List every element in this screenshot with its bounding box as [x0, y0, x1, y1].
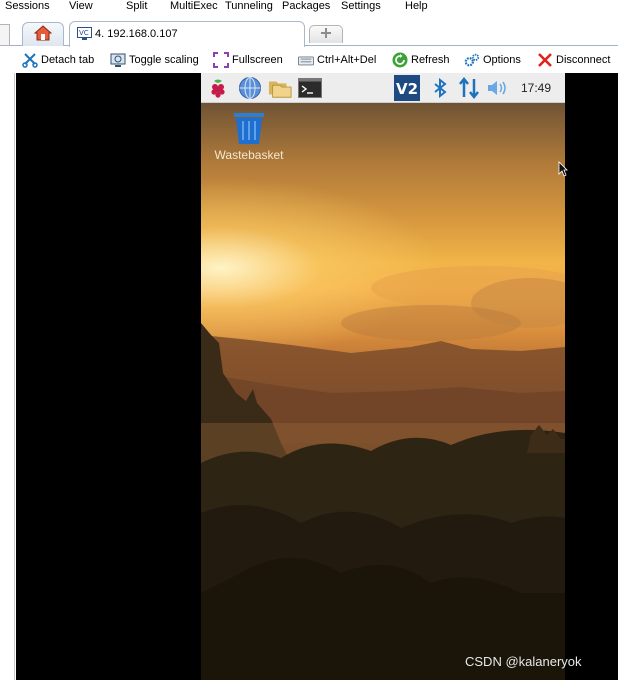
new-tab-button[interactable] — [309, 25, 343, 43]
ctrl-alt-del-button[interactable]: Ctrl+Alt+Del — [298, 51, 376, 69]
gear-icon — [464, 52, 480, 68]
refresh-label: Refresh — [411, 54, 450, 66]
detach-tab-label: Detach tab — [41, 54, 95, 66]
close-icon — [537, 52, 553, 68]
toggle-scaling-button[interactable]: Toggle scaling — [110, 51, 199, 69]
fullscreen-label: Fullscreen — [232, 54, 283, 66]
menu-sessions[interactable]: Sessions — [5, 0, 50, 13]
network-icon[interactable] — [457, 76, 481, 100]
terminal-icon[interactable] — [298, 76, 322, 100]
options-button[interactable]: Options — [464, 51, 521, 69]
remote-desktop-wallpaper[interactable] — [201, 73, 565, 680]
menu-split[interactable]: Split — [126, 0, 147, 13]
refresh-icon — [392, 52, 408, 68]
toggle-scaling-label: Toggle scaling — [129, 54, 199, 66]
disconnect-button[interactable]: Disconnect — [537, 51, 610, 69]
menu-help[interactable]: Help — [405, 0, 428, 13]
tab-strip: VC 4. 192.168.0.107 — [0, 14, 618, 47]
landscape-image — [201, 266, 565, 680]
monitor-zoom-icon — [110, 52, 126, 68]
svg-text:VC: VC — [79, 29, 89, 37]
fullscreen-icon — [213, 52, 229, 68]
menu-tunneling[interactable]: Tunneling — [225, 0, 273, 13]
tab-home[interactable] — [22, 22, 64, 46]
clock[interactable]: 17:49 — [521, 81, 551, 95]
menu-bar: Sessions View Split MultiExec Tunneling … — [0, 0, 618, 14]
vnc-icon[interactable]: V2 — [394, 75, 420, 101]
home-icon — [33, 25, 53, 44]
desktop-icon-wastebasket[interactable]: Wastebasket — [213, 112, 285, 164]
mouse-cursor-icon — [558, 161, 568, 180]
web-browser-icon[interactable] — [238, 76, 262, 100]
wastebasket-icon — [232, 112, 266, 149]
left-panel-edge — [0, 47, 15, 680]
svg-text:V2: V2 — [396, 80, 418, 98]
volume-icon[interactable] — [486, 76, 510, 100]
options-label: Options — [483, 54, 521, 66]
menu-packages[interactable]: Packages — [282, 0, 330, 13]
vnc-session-icon: VC — [77, 27, 92, 44]
keyboard-icon — [298, 52, 314, 68]
plus-icon — [320, 27, 332, 42]
scissors-icon — [22, 52, 38, 68]
file-manager-icon[interactable] — [268, 76, 292, 100]
session-toolbar: Detach tab Toggle scaling Fullscreen Ctr… — [0, 47, 618, 73]
menu-settings[interactable]: Settings — [341, 0, 381, 13]
wastebasket-label: Wastebasket — [214, 148, 284, 162]
detach-tab-button[interactable]: Detach tab — [22, 51, 94, 69]
disconnect-label: Disconnect — [556, 54, 611, 66]
ctrl-alt-del-label: Ctrl+Alt+Del — [317, 54, 377, 66]
bluetooth-icon[interactable] — [428, 76, 452, 100]
fullscreen-button[interactable]: Fullscreen — [213, 51, 283, 69]
refresh-button[interactable]: Refresh — [392, 51, 450, 69]
raspberry-menu-icon[interactable] — [206, 76, 230, 100]
watermark: CSDN @kalaneryok — [465, 654, 582, 669]
tab-session[interactable]: VC 4. 192.168.0.107 — [69, 21, 305, 47]
menu-view[interactable]: View — [69, 0, 93, 13]
menu-multiexec[interactable]: MultiExec — [170, 0, 218, 13]
remote-taskbar: V2 17:49 — [201, 73, 565, 103]
tab-session-title: 4. 192.168.0.107 — [95, 28, 178, 40]
sidebar-edge — [0, 24, 10, 46]
